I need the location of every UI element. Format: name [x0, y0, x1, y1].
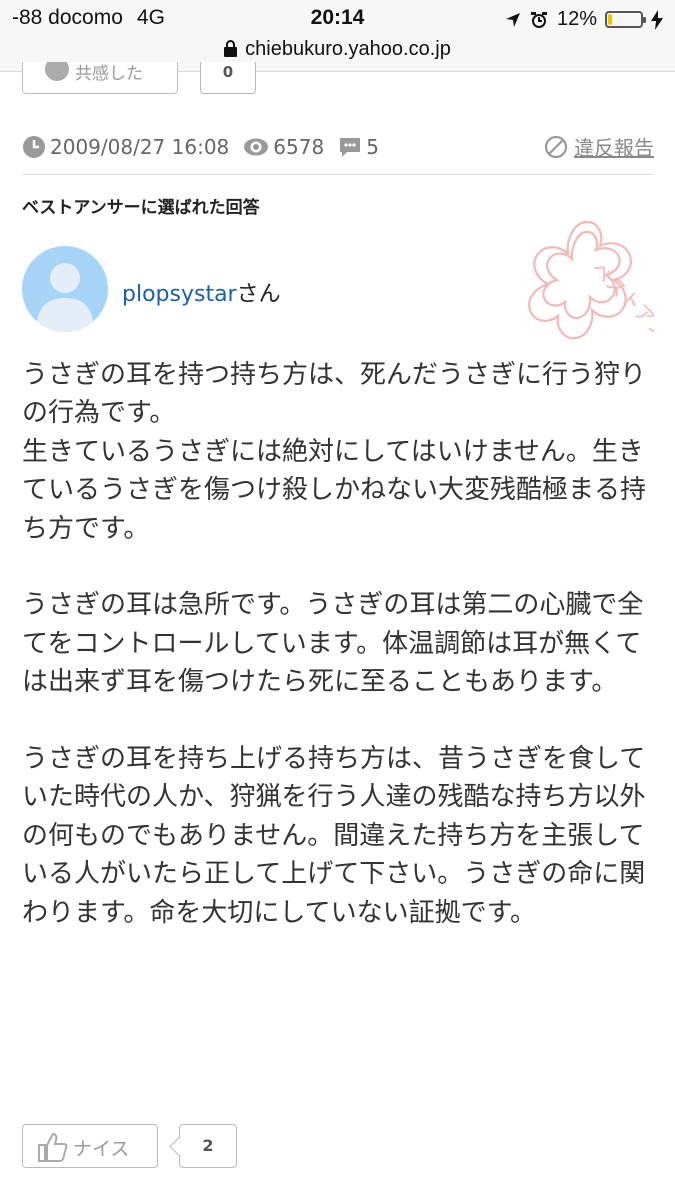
comment-count-value: 5: [366, 135, 379, 159]
battery-icon: [605, 11, 646, 28]
post-date: 2009/08/27 16:08: [22, 135, 229, 159]
prohibit-icon: [544, 135, 568, 158]
username-link[interactable]: plopsystar: [122, 282, 237, 307]
best-answer-stamp-icon: ベストアンサー: [528, 220, 654, 346]
comment-count[interactable]: 5: [338, 135, 379, 159]
nice-count: 2: [179, 1124, 237, 1168]
avatar-icon: [36, 263, 94, 332]
clock-icon: [23, 136, 45, 158]
empathy-icon: [45, 62, 69, 81]
url-text: chiebukuro.yahoo.co.jp: [245, 38, 451, 60]
thumbs-up-icon: [38, 1132, 68, 1162]
answer-meta: 2009/08/27 16:08 6578 5 違反報告: [22, 130, 654, 164]
answerer: plopsystarさん: [122, 276, 281, 308]
empathy-count: 0: [200, 62, 256, 94]
answer-paragraph-3: うさぎの耳を持ち上げる持ち方は、昔うさぎを食していた時代の人か、狩猟を行う人達の…: [22, 744, 646, 928]
battery-fill: [608, 14, 612, 25]
report-violation-link[interactable]: 違反報告: [544, 132, 654, 161]
alarm-icon: [530, 11, 547, 28]
status-indicators: 12%: [505, 8, 663, 31]
lock-icon: [224, 40, 238, 57]
view-count: 6578: [243, 135, 324, 159]
answer-paragraph-2: うさぎの耳は急所です。うさぎの耳は第二の心臓で全てをコントロールしています。体温…: [22, 590, 644, 698]
post-datetime: 2009/08/27 16:08: [50, 135, 230, 159]
honorific: さん: [236, 282, 281, 307]
top-reaction-row: 共感した 0: [22, 62, 322, 96]
report-label: 違反報告: [574, 136, 654, 160]
answer-paragraph-1: うさぎの耳を持つ持ち方は、死んだうさぎに行う狩りの行為です。 生きているうさぎに…: [22, 360, 647, 544]
empathy-button[interactable]: 共感した: [22, 62, 178, 94]
battery-percent: 12%: [556, 8, 597, 30]
answer-body: うさぎの耳を持つ持ち方は、死んだうさぎに行う狩りの行為です。 生きているうさぎに…: [22, 356, 654, 932]
eye-icon: [244, 138, 269, 156]
comment-icon: [340, 138, 361, 157]
avatar[interactable]: [22, 246, 108, 332]
empathy-label: 共感した: [75, 64, 143, 84]
address-bar[interactable]: chiebukuro.yahoo.co.jp: [0, 38, 675, 61]
charging-icon: [651, 9, 663, 30]
view-count-value: 6578: [273, 135, 325, 159]
best-answer-heading: ベストアンサーに選ばれた回答: [22, 198, 260, 218]
nice-label: ナイス: [73, 1138, 130, 1160]
nice-button[interactable]: ナイス: [22, 1124, 158, 1168]
location-arrow-icon: [505, 12, 520, 27]
divider: [22, 174, 654, 175]
